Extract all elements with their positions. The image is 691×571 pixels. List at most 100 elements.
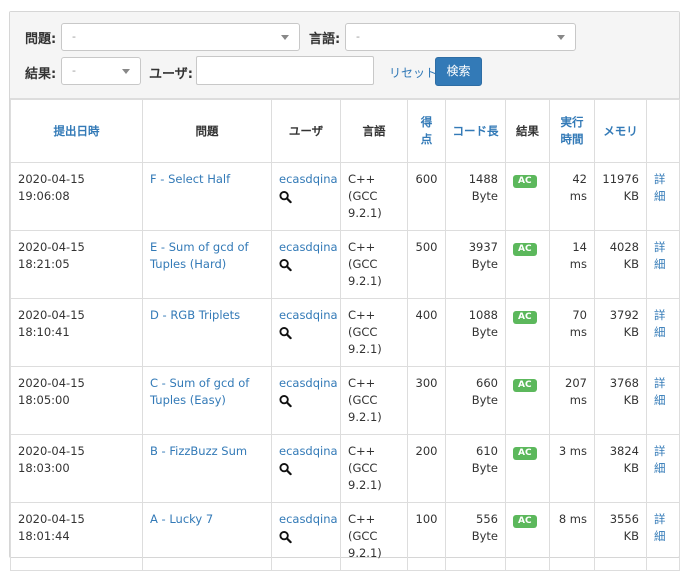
result-filter-label: 結果:: [25, 67, 57, 82]
magnifier-icon[interactable]: [279, 394, 292, 408]
memory-cell: 3824 KB: [594, 434, 647, 503]
table-row: 2020-04-15 18:21:05 E - Sum of gcd of Tu…: [10, 230, 680, 299]
status-badge: AC: [513, 379, 537, 392]
user-cell: ecasdqina: [271, 366, 341, 435]
col-header-result: 結果: [505, 99, 550, 163]
score-cell: 300: [407, 366, 446, 435]
user-link[interactable]: ecasdqina: [279, 308, 338, 322]
problem-link[interactable]: F - Select Half: [150, 172, 230, 186]
table-row: 2020-04-15 18:05:00 C - Sum of gcd of Tu…: [10, 366, 680, 435]
status-badge: AC: [513, 447, 537, 460]
result-cell: AC: [505, 162, 550, 231]
exec-time-cell: 8 ms: [549, 502, 595, 571]
user-filter-label: ユーザ:: [149, 67, 193, 82]
language-cell: C++ (GCC 9.2.1): [340, 230, 408, 299]
score-cell: 100: [407, 502, 446, 571]
language-cell: C++ (GCC 9.2.1): [340, 434, 408, 503]
result-select[interactable]: -: [61, 57, 141, 85]
user-cell: ecasdqina: [271, 434, 341, 503]
problem-link[interactable]: C - Sum of gcd of Tuples (Easy): [150, 376, 249, 407]
detail-cell: 詳細: [646, 230, 680, 299]
table-row: 2020-04-15 18:10:41 D - RGB Triplets eca…: [10, 298, 680, 367]
problem-cell: D - RGB Triplets: [142, 298, 272, 367]
problem-link[interactable]: D - RGB Triplets: [150, 308, 240, 322]
chevron-down-icon: [281, 35, 289, 40]
submission-date: 2020-04-15 18:03:00: [10, 434, 143, 503]
language-cell: C++ (GCC 9.2.1): [340, 298, 408, 367]
col-header-exec-time[interactable]: 実行時間: [549, 99, 595, 163]
user-link[interactable]: ecasdqina: [279, 512, 338, 526]
detail-link[interactable]: 詳細: [654, 171, 668, 205]
col-header-code-length[interactable]: コード長: [445, 99, 506, 163]
memory-cell: 3556 KB: [594, 502, 647, 571]
score-cell: 600: [407, 162, 446, 231]
submissions-table: 提出日時 問題 ユーザ 言語 得点 コード長 結果 実行時間 メモリ 2020-…: [10, 99, 680, 571]
problem-link[interactable]: A - Lucky 7: [150, 512, 213, 526]
memory-cell: 11976 KB: [594, 162, 647, 231]
exec-time-cell: 207 ms: [549, 366, 595, 435]
problem-link[interactable]: B - FizzBuzz Sum: [150, 444, 247, 458]
language-select[interactable]: -: [345, 23, 576, 51]
user-link[interactable]: ecasdqina: [279, 172, 338, 186]
language-cell: C++ (GCC 9.2.1): [340, 162, 408, 231]
reset-link[interactable]: リセット: [389, 64, 437, 81]
problem-cell: A - Lucky 7: [142, 502, 272, 571]
col-header-date[interactable]: 提出日時: [10, 99, 143, 163]
problem-cell: B - FizzBuzz Sum: [142, 434, 272, 503]
memory-cell: 3768 KB: [594, 366, 647, 435]
detail-link[interactable]: 詳細: [654, 443, 668, 477]
memory-cell: 4028 KB: [594, 230, 647, 299]
magnifier-icon[interactable]: [279, 258, 292, 272]
result-cell: AC: [505, 230, 550, 299]
col-header-memory[interactable]: メモリ: [594, 99, 647, 163]
user-cell: ecasdqina: [271, 162, 341, 231]
detail-link[interactable]: 詳細: [654, 239, 668, 273]
status-badge: AC: [513, 175, 537, 188]
result-cell: AC: [505, 366, 550, 435]
score-cell: 200: [407, 434, 446, 503]
user-link[interactable]: ecasdqina: [279, 376, 338, 390]
problem-cell: C - Sum of gcd of Tuples (Easy): [142, 366, 272, 435]
result-select-value: -: [72, 64, 76, 77]
score-cell: 500: [407, 230, 446, 299]
detail-cell: 詳細: [646, 434, 680, 503]
magnifier-icon[interactable]: [279, 462, 292, 476]
detail-link[interactable]: 詳細: [654, 375, 668, 409]
table-row: 2020-04-15 19:06:08 F - Select Half ecas…: [10, 162, 680, 231]
detail-cell: 詳細: [646, 162, 680, 231]
problem-cell: E - Sum of gcd of Tuples (Hard): [142, 230, 272, 299]
submission-date: 2020-04-15 18:05:00: [10, 366, 143, 435]
code-length-cell: 610 Byte: [445, 434, 506, 503]
submission-date: 2020-04-15 18:21:05: [10, 230, 143, 299]
language-cell: C++ (GCC 9.2.1): [340, 366, 408, 435]
code-length-cell: 3937 Byte: [445, 230, 506, 299]
submission-date: 2020-04-15 19:06:08: [10, 162, 143, 231]
col-header-user: ユーザ: [271, 99, 341, 163]
user-link[interactable]: ecasdqina: [279, 240, 338, 254]
search-button[interactable]: 検索: [435, 57, 482, 86]
language-select-value: -: [356, 30, 360, 43]
problem-filter-label: 問題:: [25, 32, 57, 47]
detail-cell: 詳細: [646, 502, 680, 571]
table-header-row: 提出日時 問題 ユーザ 言語 得点 コード長 結果 実行時間 メモリ: [10, 99, 680, 163]
problem-link[interactable]: E - Sum of gcd of Tuples (Hard): [150, 240, 249, 271]
col-header-score[interactable]: 得点: [407, 99, 446, 163]
result-cell: AC: [505, 434, 550, 503]
magnifier-icon[interactable]: [279, 326, 292, 340]
user-search-input[interactable]: [196, 56, 374, 85]
code-length-cell: 1088 Byte: [445, 298, 506, 367]
detail-cell: 詳細: [646, 298, 680, 367]
magnifier-icon[interactable]: [279, 530, 292, 544]
submission-date: 2020-04-15 18:10:41: [10, 298, 143, 367]
detail-link[interactable]: 詳細: [654, 307, 668, 341]
problem-select[interactable]: -: [61, 23, 300, 51]
user-link[interactable]: ecasdqina: [279, 444, 338, 458]
code-length-cell: 660 Byte: [445, 366, 506, 435]
col-header-problem: 問題: [142, 99, 272, 163]
user-cell: ecasdqina: [271, 298, 341, 367]
chevron-down-icon: [122, 69, 130, 74]
detail-link[interactable]: 詳細: [654, 511, 668, 545]
problem-cell: F - Select Half: [142, 162, 272, 231]
score-cell: 400: [407, 298, 446, 367]
magnifier-icon[interactable]: [279, 190, 292, 204]
